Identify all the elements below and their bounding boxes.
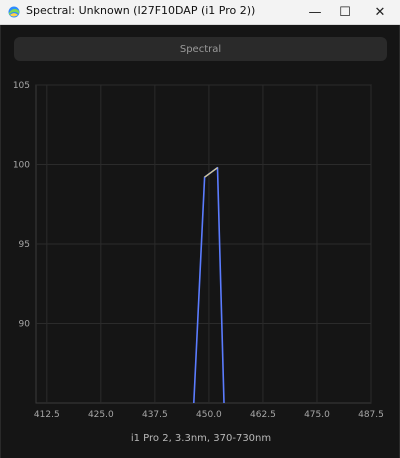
x-tick-label: 450.0	[196, 410, 222, 420]
app-logo-icon	[8, 6, 20, 18]
y-tick-label: 100	[13, 161, 30, 171]
minimize-button[interactable]: —	[300, 0, 330, 24]
spectral-chart: 90 95 100 105 412.5 425.0 437.5 450.0 462.5 475.…	[13, 81, 384, 420]
x-tick-label: 412.5	[34, 410, 60, 420]
x-tick-label: 437.5	[142, 410, 168, 420]
window-title: Spectral: Unknown (I27F10DAP (i1 Pro 2))	[26, 4, 256, 17]
x-tick-label: 462.5	[250, 410, 276, 420]
x-tick-label: 475.0	[304, 410, 330, 420]
y-tick-label: 95	[19, 240, 30, 250]
title-bar: Spectral: Unknown (I27F10DAP (i1 Pro 2))…	[0, 0, 400, 25]
x-tick-label: 425.0	[88, 410, 114, 420]
x-axis-label: i1 Pro 2, 3.3nm, 370-730nm	[130, 433, 272, 444]
y-tick-label: 90	[19, 320, 31, 330]
maximize-icon: ☐	[339, 4, 351, 20]
x-tick-label: 487.5	[358, 410, 384, 420]
minimize-icon: —	[308, 4, 322, 20]
maximize-button[interactable]: ☐	[330, 0, 360, 24]
close-icon: ✕	[374, 4, 386, 20]
close-button[interactable]: ✕	[365, 0, 395, 24]
spectral-panel: Spectral 90 95 100 105 412.5 425.0 437.5 450.0…	[0, 25, 400, 458]
y-tick-label: 105	[13, 81, 30, 91]
